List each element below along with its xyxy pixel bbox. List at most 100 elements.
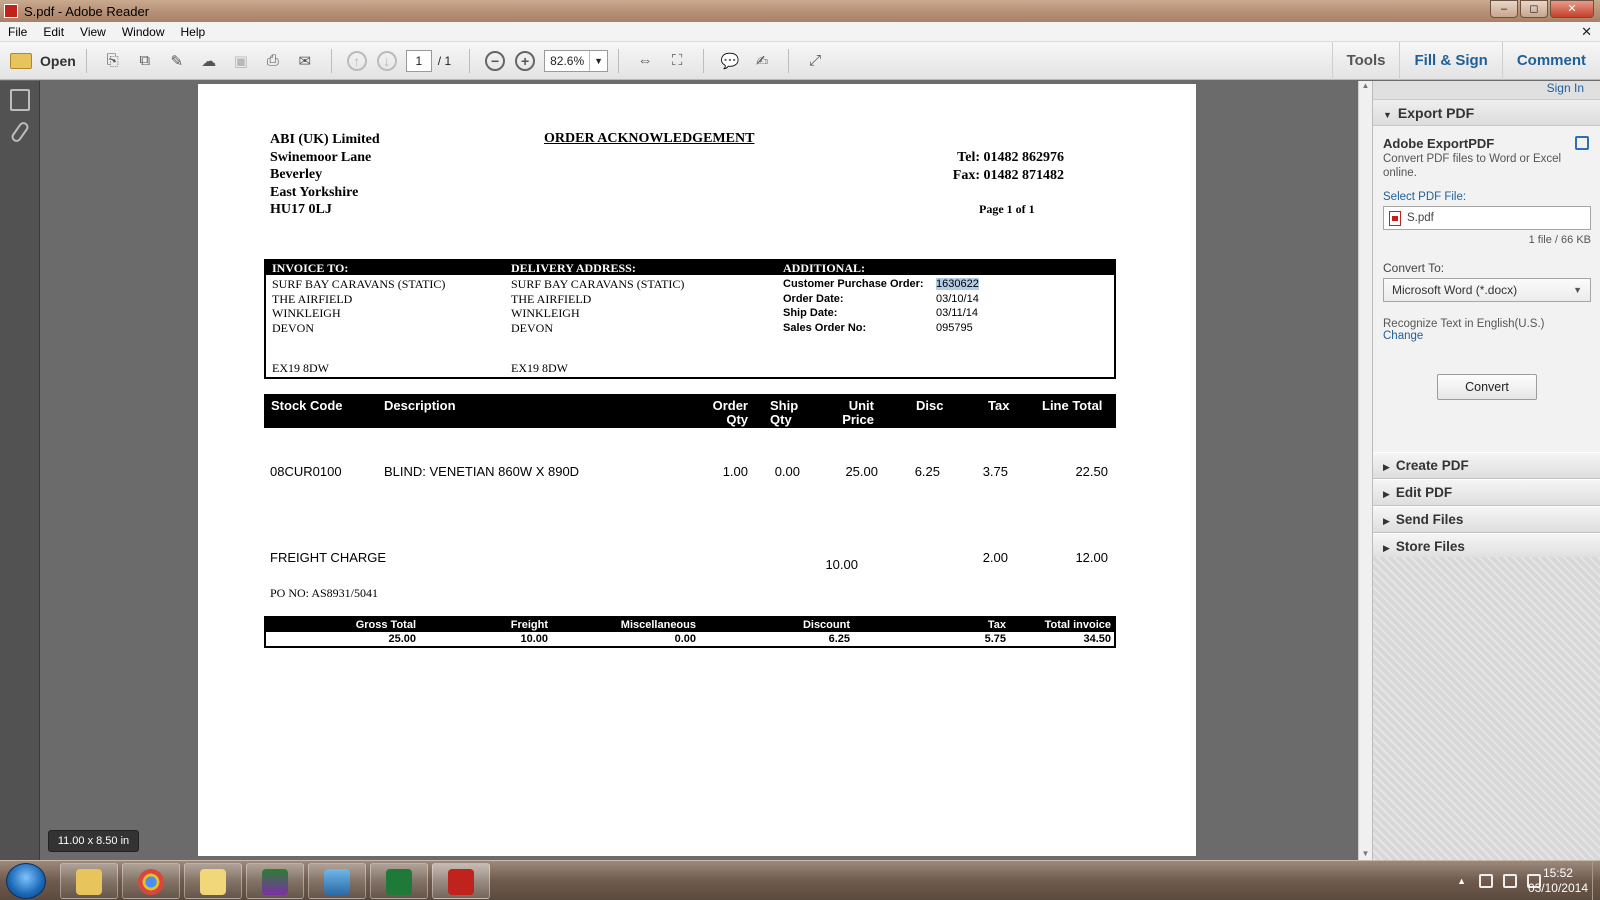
address-line: THE AIRFIELD [511, 291, 592, 306]
upload-cloud-icon[interactable]: ☁ [198, 50, 220, 72]
freight-value: 10.00 [520, 633, 548, 645]
zoom-in-icon[interactable]: + [515, 50, 536, 71]
freight-description: FREIGHT CHARGE [270, 550, 387, 565]
highlight-text-icon[interactable]: ✍ [751, 50, 773, 72]
menu-file[interactable]: File [0, 25, 35, 39]
email-icon[interactable]: ✉ [294, 50, 316, 72]
zoom-select[interactable]: 82.6% ▼ [544, 49, 609, 72]
zoom-out-icon[interactable]: − [485, 50, 506, 71]
attachments-icon[interactable] [9, 120, 31, 144]
vertical-scrollbar[interactable]: ▲ ▼ [1358, 81, 1372, 860]
sticky-note-icon[interactable]: 💬 [719, 50, 741, 72]
maximize-button[interactable]: ◻ [1520, 0, 1548, 18]
menu-window[interactable]: Window [114, 25, 173, 39]
col-order-qty-line2: Qty [726, 412, 748, 427]
clock-time: 15:52 [1542, 866, 1573, 880]
company-postcode: HU17 0LJ [270, 202, 332, 217]
toolbar-divider [469, 48, 471, 73]
read-mode-icon[interactable]: ⤢ [804, 50, 826, 72]
start-button[interactable] [6, 863, 46, 899]
combine-files-icon[interactable]: ⧉ [134, 50, 156, 72]
open-button[interactable]: Open [10, 52, 76, 69]
change-link[interactable]: Change [1383, 330, 1591, 342]
close-button[interactable]: ✕ [1550, 0, 1594, 18]
delivery-address: SURF BAY CARAVANS (STATIC) THE AIRFIELD … [511, 277, 684, 335]
page-size-tooltip: 11.00 x 8.50 in [48, 830, 139, 852]
col-line-total: Line Total [1042, 398, 1103, 413]
print-icon[interactable]: ⎙ [262, 50, 284, 72]
col-disc: Disc [916, 398, 944, 413]
convert-to-select[interactable]: Microsoft Word (*.docx) ▼ [1383, 278, 1591, 302]
tab-comment[interactable]: Comment [1501, 42, 1600, 80]
taskbar-mail[interactable] [184, 863, 242, 899]
gross-total-value: 25.00 [388, 633, 416, 645]
tab-tools[interactable]: Tools [1331, 42, 1400, 80]
close-document-button[interactable]: ✕ [1581, 24, 1592, 40]
col-unit-price-line1: Unit [848, 398, 874, 413]
service-description: Convert PDF files to Word or Excel onlin… [1383, 153, 1562, 179]
convert-to-value: Microsoft Word (*.docx) [1392, 283, 1518, 297]
send-files-section[interactable]: ▶ Send Files [1373, 506, 1600, 533]
action-center-flag-icon[interactable] [1479, 874, 1493, 888]
customer-po-value[interactable]: 1630622 [936, 278, 979, 290]
export-pdf-title: Export PDF [1397, 105, 1475, 121]
menu-help[interactable]: Help [173, 25, 214, 39]
copy-icon[interactable] [1575, 136, 1589, 150]
taskbar-excel[interactable] [370, 863, 428, 899]
sign-in-link[interactable]: Sign In [1547, 81, 1584, 95]
edit-pdf-section[interactable]: ▶ Edit PDF [1373, 479, 1600, 506]
totals-box: Gross Total Freight Miscellaneous Discou… [264, 616, 1116, 648]
page-thumbnails-icon[interactable] [10, 89, 30, 111]
adobe-reader-icon [448, 869, 474, 895]
page-number-input[interactable]: 1 [405, 49, 432, 72]
col-ship-qty-line1: Ship [770, 398, 799, 413]
selected-file-field[interactable]: S.pdf [1383, 206, 1591, 230]
save-icon[interactable]: ▣ [230, 50, 252, 72]
pdf-page: ABI (UK) Limited Swinemoor Lane Beverley… [198, 84, 1196, 856]
next-page-icon[interactable]: ↓ [376, 50, 397, 71]
menu-edit[interactable]: Edit [35, 25, 72, 39]
show-hidden-icons-icon[interactable]: ▲ [1457, 876, 1466, 886]
edit-pdf-label: Edit PDF [1395, 485, 1453, 500]
store-files-section[interactable]: ▶ Store Files [1373, 533, 1600, 560]
fit-width-icon[interactable]: ⇔ [634, 50, 656, 72]
photo-viewer-icon [324, 869, 350, 895]
previous-page-icon[interactable]: ↑ [346, 50, 367, 71]
menu-view[interactable]: View [72, 25, 114, 39]
sales-order-label: Sales Order No: [783, 321, 867, 334]
col-unit-price: Unit Price [830, 399, 874, 427]
page-of: Page 1 of 1 [979, 202, 1035, 216]
taskbar-photos[interactable] [308, 863, 366, 899]
minimize-button[interactable]: – [1490, 0, 1518, 18]
taskbar-explorer[interactable] [60, 863, 118, 899]
chevron-down-icon: ▼ [1573, 285, 1582, 295]
store-files-label: Store Files [1395, 539, 1465, 554]
scroll-up-icon[interactable]: ▲ [1359, 81, 1372, 90]
toolbar-divider [85, 48, 87, 73]
chevron-down-icon: ▼ [589, 50, 607, 71]
taskbar-sage[interactable] [246, 863, 304, 899]
scroll-down-icon[interactable]: ▼ [1359, 849, 1372, 858]
miscellaneous-value: 0.00 [674, 633, 696, 645]
triangle-right-icon: ▶ [1383, 489, 1390, 499]
menu-bar: File Edit View Window Help ✕ [0, 22, 1600, 42]
network-icon[interactable] [1503, 874, 1517, 888]
toolbar-divider [703, 48, 705, 73]
convert-button[interactable]: Convert [1437, 374, 1537, 400]
freight-tax: 2.00 [982, 550, 1008, 565]
taskbar-chrome[interactable] [122, 863, 180, 899]
show-desktop-button[interactable] [1592, 861, 1600, 900]
col-order-qty: Order Qty [704, 399, 748, 427]
edit-pdf-icon[interactable]: ✎ [166, 50, 188, 72]
tab-fill-sign[interactable]: Fill & Sign [1399, 42, 1501, 80]
fit-page-icon[interactable]: ⛶ [666, 50, 688, 72]
taskbar-adobe-reader[interactable] [432, 863, 490, 899]
totals-header: Gross Total Freight Miscellaneous Discou… [266, 618, 1114, 632]
delivery-postcode: EX19 8DW [511, 361, 568, 375]
freight-label: Freight [510, 619, 548, 631]
discount-value: 6.25 [828, 633, 850, 645]
export-pdf-header[interactable]: ▼ Export PDF [1373, 100, 1600, 126]
clock[interactable]: 15:52 03/10/2014 [1528, 866, 1588, 896]
create-pdf-section[interactable]: ▶ Create PDF [1373, 452, 1600, 479]
create-pdf-icon[interactable]: ⎘ [102, 50, 124, 72]
